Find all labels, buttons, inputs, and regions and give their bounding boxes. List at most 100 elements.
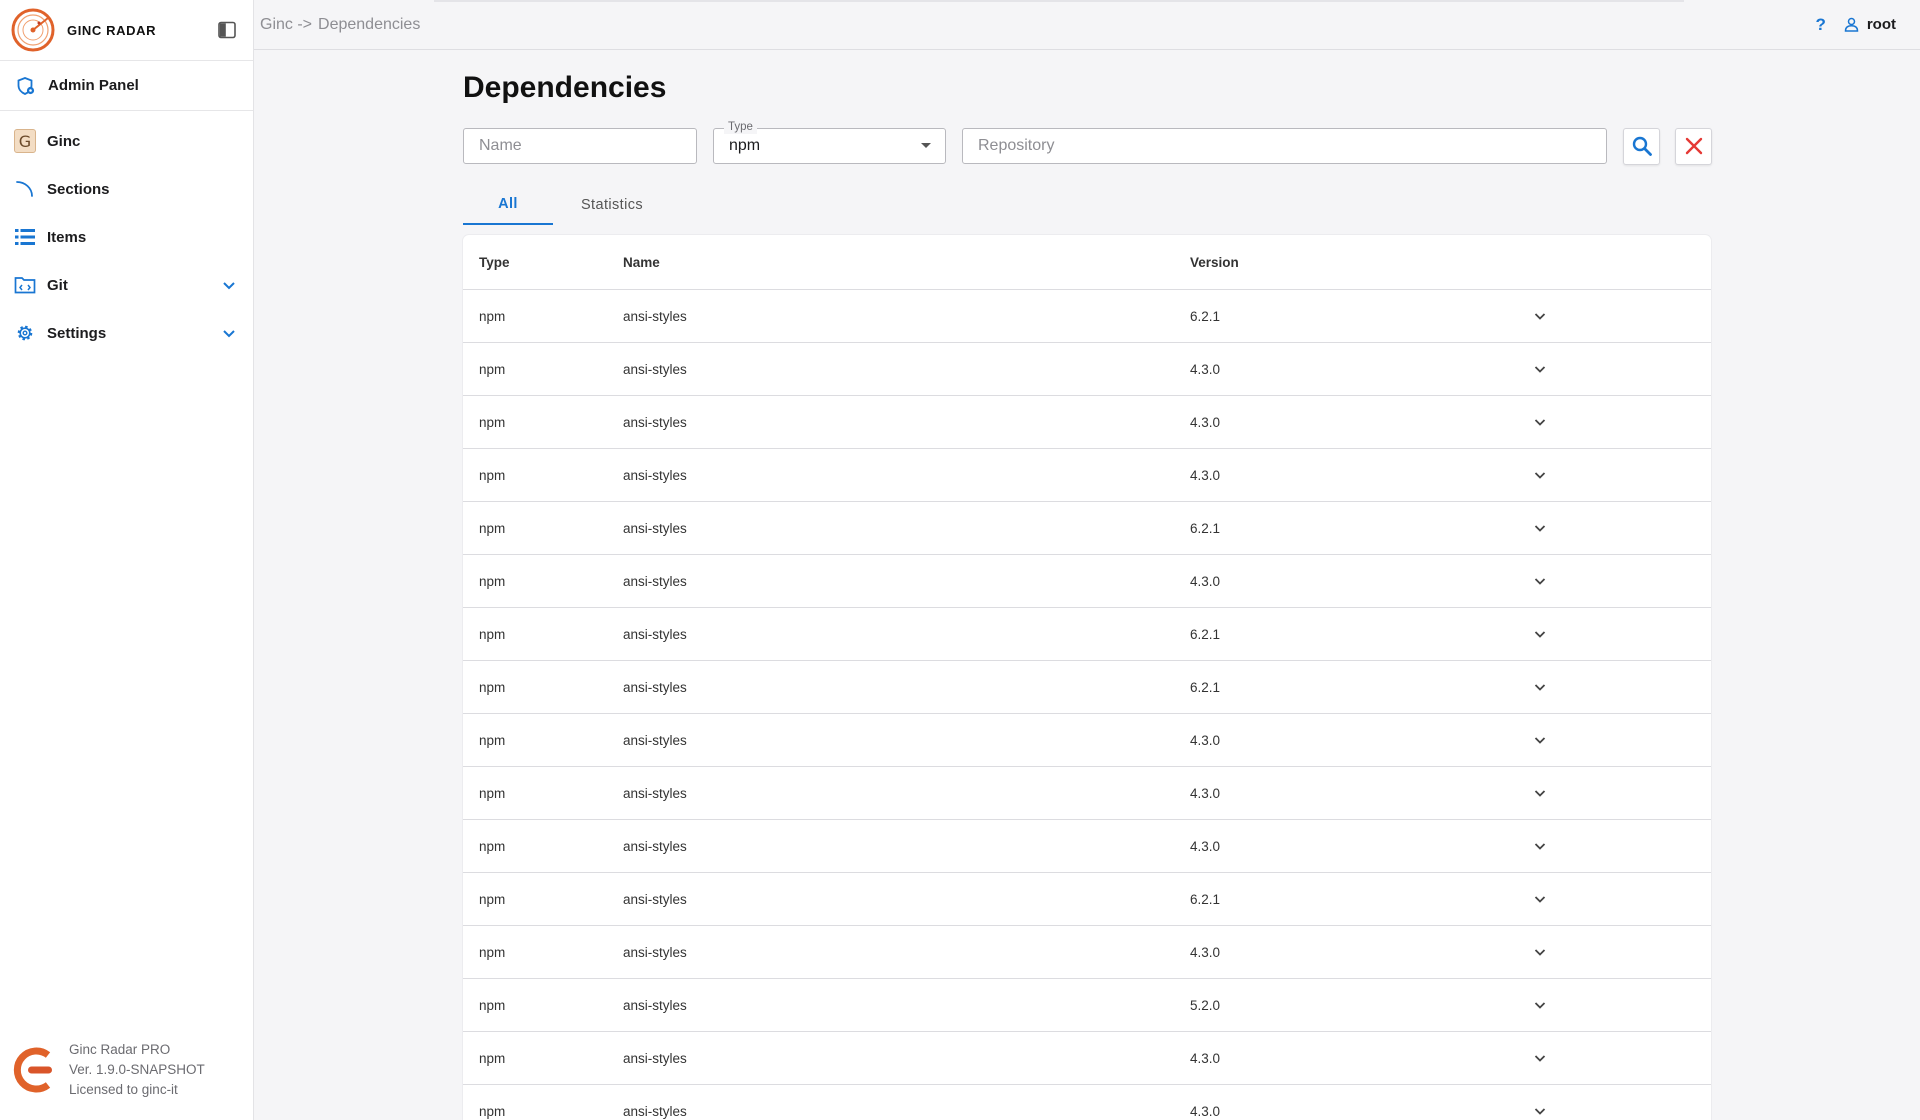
table-row[interactable]: npm ansi-styles 6.2.1 (463, 290, 1711, 343)
table-row[interactable]: npm ansi-styles 4.3.0 (463, 820, 1711, 873)
cell-version: 4.3.0 (1190, 1103, 1221, 1119)
cell-version: 4.3.0 (1190, 732, 1221, 748)
page-title: Dependencies (463, 71, 667, 104)
cell-version: 4.3.0 (1190, 838, 1221, 854)
column-header-version: Version (1190, 254, 1239, 270)
username: root (1866, 16, 1896, 33)
search-button[interactable] (1623, 127, 1660, 165)
chevron-down-icon (1534, 843, 1546, 850)
cell-name: ansi-styles (623, 1050, 687, 1066)
user-menu-button[interactable]: root (1844, 16, 1896, 33)
license-label: Licensed to ginc-it (69, 1082, 178, 1097)
sidebar-item-sections[interactable]: Sections (0, 165, 253, 213)
chevron-down-icon (1534, 790, 1546, 797)
expand-row-button[interactable] (1528, 569, 1552, 593)
table-body: npm ansi-styles 6.2.1 npm ansi-styles 4.3.0 np… (463, 290, 1711, 1120)
cell-type: npm (479, 1103, 506, 1119)
expand-row-button[interactable] (1528, 357, 1552, 381)
column-header-type: Type (479, 254, 510, 270)
cell-version: 6.2.1 (1190, 308, 1221, 324)
expand-row-button[interactable] (1528, 834, 1552, 858)
version-label: Ver. 1.9.0-SNAPSHOT (69, 1062, 205, 1077)
type-select-label: Type (724, 120, 757, 134)
expand-row-button[interactable] (1528, 993, 1552, 1017)
expand-row-button[interactable] (1528, 410, 1552, 434)
git-folder-icon (14, 274, 36, 296)
product-name: Ginc Radar PRO (69, 1042, 171, 1057)
table-row[interactable]: npm ansi-styles 4.3.0 (463, 343, 1711, 396)
table-row[interactable]: npm ansi-styles 6.2.1 (463, 608, 1711, 661)
cell-name: ansi-styles (623, 679, 687, 695)
sidebar-item-settings[interactable]: Settings (0, 309, 253, 357)
table-row[interactable]: npm ansi-styles 5.2.0 (463, 979, 1711, 1032)
cell-type: npm (479, 467, 506, 483)
version-info: Ginc Radar PRO Ver. 1.9.0-SNAPSHOT Licen… (69, 1040, 205, 1100)
close-icon (1685, 137, 1702, 155)
brand-name: GINC RADAR (67, 22, 157, 38)
cell-version: 5.2.0 (1190, 997, 1221, 1013)
sidebar-footer: Ginc Radar PRO Ver. 1.9.0-SNAPSHOT Licen… (0, 1030, 253, 1110)
table-row[interactable]: npm ansi-styles 4.3.0 (463, 449, 1711, 502)
help-button[interactable]: ? (1815, 15, 1825, 35)
table-row[interactable]: npm ansi-styles 4.3.0 (463, 1032, 1711, 1085)
name-filter-field (463, 128, 697, 164)
topbar-divider (434, 0, 1684, 2)
table-row[interactable]: npm ansi-styles 4.3.0 (463, 767, 1711, 820)
sidebar-item-ginc[interactable]: G Ginc (0, 117, 253, 165)
cell-version: 4.3.0 (1190, 785, 1221, 801)
expand-row-button[interactable] (1528, 516, 1552, 540)
tab-bar: All Statistics (463, 185, 1713, 225)
cell-name: ansi-styles (623, 414, 687, 430)
sidebar-item-git[interactable]: Git (0, 261, 253, 309)
cell-name: ansi-styles (623, 573, 687, 589)
chevron-down-icon (1534, 419, 1546, 426)
nav-admin-panel[interactable]: Admin Panel (0, 61, 253, 111)
chevron-down-icon (1534, 737, 1546, 744)
table-row[interactable]: npm ansi-styles 6.2.1 (463, 502, 1711, 555)
cell-version: 4.3.0 (1190, 414, 1221, 430)
cell-name: ansi-styles (623, 361, 687, 377)
tab-statistics[interactable]: Statistics (553, 185, 671, 225)
table-row[interactable]: npm ansi-styles 4.3.0 (463, 1085, 1711, 1120)
expand-row-button[interactable] (1528, 781, 1552, 805)
cell-name: ansi-styles (623, 626, 687, 642)
dependencies-table: Type Name Version npm ansi-styles 6.2.1 npm… (463, 235, 1711, 1120)
collapse-sidebar-button[interactable] (217, 20, 237, 40)
expand-row-button[interactable] (1528, 940, 1552, 964)
ginc-radar-logo-icon (11, 8, 55, 52)
expand-row-button[interactable] (1528, 728, 1552, 752)
repository-filter-input[interactable] (978, 137, 1606, 155)
table-row[interactable]: npm ansi-styles 4.3.0 (463, 926, 1711, 979)
cell-version: 6.2.1 (1190, 626, 1221, 642)
breadcrumb-item-ginc[interactable]: Ginc -> (260, 16, 312, 34)
type-select[interactable]: Type npm (713, 120, 946, 164)
chevron-down-icon (1534, 684, 1546, 691)
expand-row-button[interactable] (1528, 887, 1552, 911)
chevron-down-icon[interactable] (221, 277, 237, 293)
expand-row-button[interactable] (1528, 675, 1552, 699)
table-row[interactable]: npm ansi-styles 6.2.1 (463, 873, 1711, 926)
expand-row-button[interactable] (1528, 1099, 1552, 1120)
name-filter-input[interactable] (479, 137, 696, 155)
cell-type: npm (479, 891, 506, 907)
chevron-down-icon[interactable] (221, 325, 237, 341)
cell-version: 6.2.1 (1190, 520, 1221, 536)
sidebar-item-label: Items (47, 228, 87, 246)
expand-row-button[interactable] (1528, 1046, 1552, 1070)
table-row[interactable]: npm ansi-styles 4.3.0 (463, 714, 1711, 767)
table-row[interactable]: npm ansi-styles 4.3.0 (463, 555, 1711, 608)
table-row[interactable]: npm ansi-styles 6.2.1 (463, 661, 1711, 714)
cell-name: ansi-styles (623, 732, 687, 748)
topbar: Ginc -> Dependencies ? root (254, 0, 1920, 50)
cell-type: npm (479, 573, 506, 589)
cell-version: 6.2.1 (1190, 679, 1221, 695)
expand-row-button[interactable] (1528, 463, 1552, 487)
table-row[interactable]: npm ansi-styles 4.3.0 (463, 396, 1711, 449)
sidebar-item-items[interactable]: Items (0, 213, 253, 261)
expand-row-button[interactable] (1528, 622, 1552, 646)
cell-type: npm (479, 732, 506, 748)
expand-row-button[interactable] (1528, 304, 1552, 328)
search-icon (1632, 136, 1652, 156)
tab-all[interactable]: All (463, 185, 553, 225)
clear-filters-button[interactable] (1675, 127, 1712, 165)
